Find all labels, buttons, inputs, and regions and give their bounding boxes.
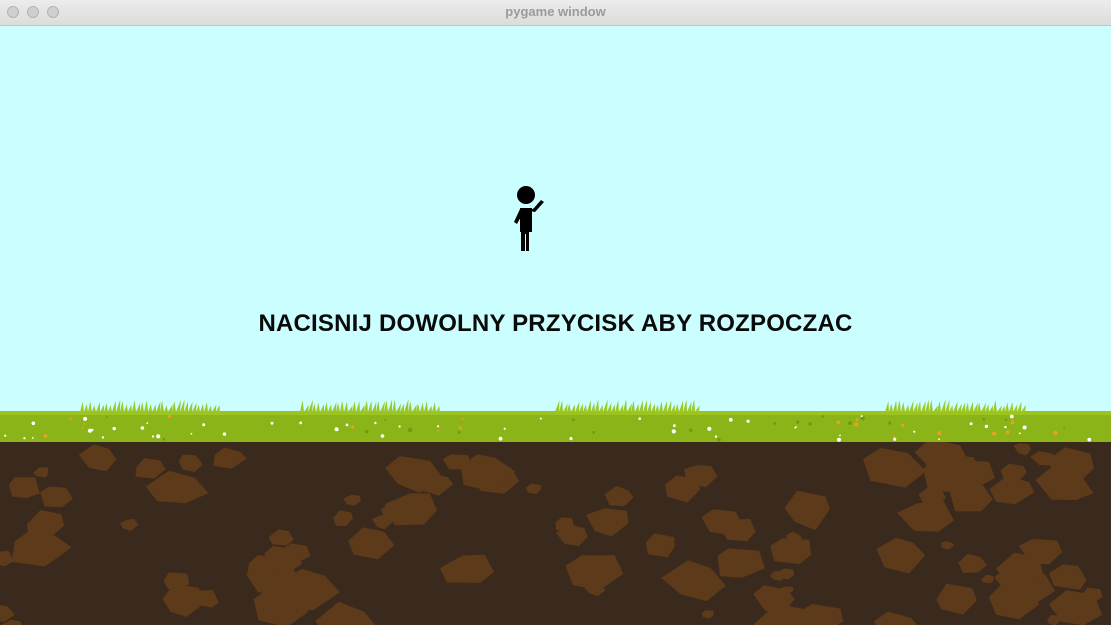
- grass-speck: [351, 425, 355, 429]
- grass-speck: [457, 430, 461, 434]
- grass-speck: [821, 415, 825, 418]
- grass-speck: [202, 423, 206, 427]
- grass-speck: [407, 427, 413, 433]
- window-title: pygame window: [505, 4, 606, 19]
- grass-speck: [808, 422, 812, 426]
- grass-speck: [539, 417, 542, 420]
- grass-speck: [1010, 420, 1015, 425]
- grass-speck: [992, 431, 997, 436]
- grass-tuft: [885, 399, 1026, 412]
- grass-speck: [106, 416, 108, 418]
- grass-speck: [937, 431, 942, 435]
- grass-speck: [837, 437, 841, 442]
- grass-speck: [1087, 437, 1092, 442]
- grass-speck: [334, 427, 339, 432]
- grass-speck: [1004, 425, 1007, 429]
- grass-speck: [498, 436, 503, 441]
- grass-speck: [374, 421, 377, 425]
- grass-speck: [162, 437, 166, 441]
- grass-speck: [69, 417, 72, 420]
- grass-speck: [773, 422, 777, 425]
- title-bar[interactable]: pygame window: [0, 0, 1111, 26]
- grass-speck: [571, 418, 575, 422]
- grass-speck: [836, 420, 841, 425]
- grass-speck: [707, 426, 712, 431]
- grass-speck: [855, 418, 859, 422]
- grass-tuft: [555, 399, 700, 412]
- grass-speck: [839, 434, 841, 437]
- grass-speck: [190, 432, 193, 435]
- grass-speck: [984, 424, 989, 429]
- grass-speck: [83, 416, 88, 421]
- grass-speck: [1018, 432, 1021, 435]
- grass-speck: [796, 420, 800, 424]
- grass-speck: [436, 429, 439, 432]
- grass-speck: [384, 418, 387, 421]
- grass-speck: [222, 432, 227, 436]
- grass-speck: [83, 422, 86, 425]
- grass-speck: [746, 419, 750, 423]
- grass-speck: [1053, 430, 1058, 436]
- grass-speck: [714, 435, 718, 438]
- grass-speck: [689, 428, 693, 432]
- ground-terrain: [0, 399, 1111, 625]
- game-canvas[interactable]: NACISNIJ DOWOLNY PRZYCISK ABY ROZPOCZAC: [0, 26, 1111, 625]
- grass-tuft: [300, 399, 440, 412]
- grass-speck: [717, 438, 721, 442]
- grass-speck: [1005, 430, 1010, 435]
- grass-speck: [728, 417, 733, 422]
- grass-speck: [1005, 418, 1008, 421]
- grass-speck: [461, 417, 464, 420]
- grass-speck: [270, 421, 274, 425]
- grass-speck: [168, 414, 172, 419]
- grass-speck: [938, 438, 940, 441]
- grass-speck: [1022, 425, 1027, 430]
- grass-speck: [592, 430, 596, 434]
- grass-tuft: [80, 399, 220, 412]
- grass-speck: [87, 428, 93, 433]
- start-prompt: NACISNIJ DOWOLNY PRZYCISK ABY ROZPOCZAC: [258, 310, 853, 337]
- grass-speck: [848, 421, 852, 425]
- grass-speck: [31, 421, 36, 426]
- grass-speck: [156, 434, 161, 439]
- rock: [8, 477, 40, 499]
- grass-speck: [151, 435, 155, 438]
- grass-speck: [671, 429, 676, 434]
- grass-speck: [101, 436, 105, 439]
- grass-speck: [345, 423, 349, 427]
- grass-speck: [969, 422, 973, 426]
- grass-speck: [888, 421, 892, 425]
- grass-speck: [299, 421, 303, 425]
- grass-speck: [112, 426, 116, 431]
- grass-speck: [146, 422, 149, 424]
- grass-speck: [673, 424, 676, 428]
- grass-speck: [893, 437, 897, 441]
- grass-speck: [795, 426, 797, 428]
- grass-speck: [860, 415, 863, 418]
- grass-speck: [140, 426, 145, 430]
- grass-speck: [398, 425, 401, 428]
- grass-speck: [458, 426, 462, 430]
- grass-speck: [365, 430, 369, 434]
- grass-speck: [380, 434, 385, 438]
- app-window: pygame window NACISNIJ DOWOLNY PRZYCISK …: [0, 0, 1111, 625]
- grass-speck: [23, 437, 26, 440]
- grass-speck: [82, 426, 84, 429]
- grass-speck: [437, 425, 440, 428]
- grass-speck: [43, 434, 48, 439]
- grass-speck: [854, 422, 859, 427]
- grass-speck: [1063, 426, 1066, 429]
- grass-speck: [913, 430, 916, 433]
- grass-speck: [503, 427, 506, 430]
- grass-speck: [1009, 414, 1014, 419]
- waving-person-icon: [514, 186, 544, 251]
- grass-speck: [569, 437, 573, 441]
- grass-speck: [4, 434, 7, 437]
- grass-speck: [638, 417, 641, 420]
- grass-speck: [31, 437, 34, 439]
- grass-speck: [982, 418, 986, 421]
- grass-speck: [901, 423, 905, 427]
